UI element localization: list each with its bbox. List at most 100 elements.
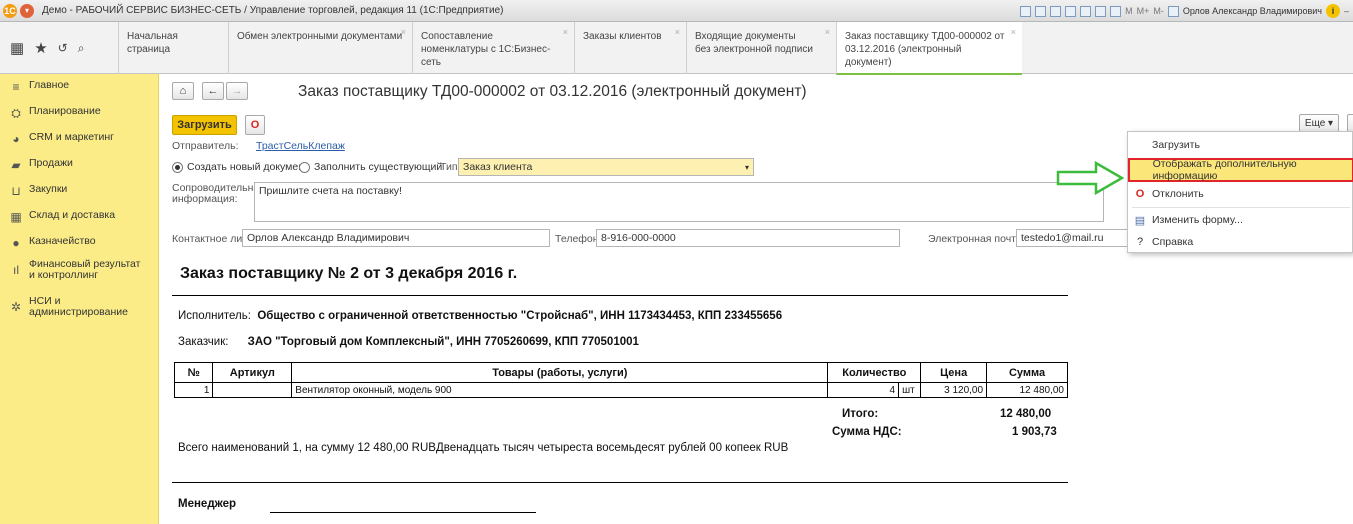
type-select[interactable]: Заказ клиента (458, 158, 754, 176)
cart-icon: ⊔ (11, 184, 21, 198)
cell-sum: 12 480,00 (986, 382, 1068, 398)
close-icon[interactable]: × (1011, 26, 1016, 39)
chevron-down-icon[interactable]: ▾ (741, 160, 753, 174)
print-icon[interactable] (1035, 5, 1047, 17)
email-field[interactable]: testedo1@mail.ru (1016, 229, 1128, 247)
main-menu-icon[interactable]: ▾ (20, 3, 34, 18)
home-icon: ⌂ (179, 85, 187, 97)
memory-plus-button[interactable]: M+ (1137, 6, 1150, 16)
table-row: 1 Вентилятор оконный, модель 900 4 шт 3 … (173, 382, 1068, 398)
cell-unit: шт (898, 382, 922, 398)
divider (172, 295, 1068, 296)
items-table: № Артикул Товары (работы, услуги) Количе… (173, 362, 1068, 398)
sidebar-item-purchases[interactable]: ⊔ Закупки (0, 184, 159, 199)
gear-icon: ✲ (10, 300, 22, 314)
sidebar-item-planning[interactable]: ⛭ Планирование (0, 106, 159, 121)
cell-num: 1 (173, 382, 214, 398)
more-dropdown-menu: Загрузить Отображать дополнительную инфо… (1127, 131, 1353, 253)
star-icon[interactable]: ★ (34, 39, 47, 57)
window-icon[interactable] (1167, 5, 1179, 17)
vat-value: 1 903,73 (1012, 426, 1057, 438)
close-icon[interactable]: × (401, 26, 406, 39)
load-button[interactable]: Загрузить (172, 115, 237, 135)
col-goods: Товары (работы, услуги) (291, 362, 829, 383)
sidebar-item-treasury[interactable]: ● Казначейство (0, 236, 159, 251)
titlebar-tools: M M+ M- Орлов Александр Владимирович i – (1020, 0, 1353, 22)
cell-price: 3 120,00 (920, 382, 988, 398)
close-icon[interactable]: × (675, 26, 680, 39)
forward-button[interactable]: → (226, 82, 248, 100)
back-button[interactable]: ← (202, 82, 224, 100)
app-logo-icon[interactable]: 1С (3, 3, 17, 18)
memory-button[interactable]: M (1125, 6, 1133, 16)
tab-tools: ▦ ★ ↺ ⌕ (0, 22, 118, 74)
memory-minus-button[interactable]: M- (1153, 6, 1164, 16)
planning-icon: ⛭ (11, 106, 21, 120)
tab-label: Начальная страница (127, 31, 178, 55)
info-textarea[interactable]: Пришлите счета на поставку! (254, 182, 1104, 222)
divider (172, 482, 1068, 483)
menu-item-show-extra-info[interactable]: Отображать дополнительную информацию (1128, 158, 1353, 182)
menu-icon: ≡ (12, 80, 20, 94)
executor-line: Исполнитель: Общество с ограниченной отв… (178, 310, 783, 322)
tab-label: Заказ поставщику ТД00-000002 от 03.12.20… (845, 31, 1005, 68)
favorite-icon[interactable] (1065, 5, 1077, 17)
tab-incoming-unsigned[interactable]: Входящие документы без электронной подпи… (686, 22, 836, 74)
radio-create-label: Создать новый документ (187, 161, 309, 173)
home-button[interactable]: ⌂ (172, 82, 194, 100)
cell-qty: 4 (827, 382, 900, 398)
sidebar-item-sales[interactable]: ▰ Продажи (0, 158, 159, 173)
tab-home[interactable]: Начальная страница (118, 22, 228, 74)
current-user[interactable]: Орлов Александр Владимирович (1183, 6, 1322, 16)
tab-label: Входящие документы без электронной подпи… (695, 31, 813, 55)
customer-line: Заказчик: ЗАО "Торговый дом Комплексный"… (178, 336, 639, 348)
reject-icon: O (1135, 188, 1145, 200)
sidebar-item-warehouse[interactable]: ▦ Склад и доставка (0, 210, 159, 225)
radio-fill-label: Заполнить существующий (314, 161, 443, 173)
crm-icon: ◕ (12, 132, 20, 146)
search-icon[interactable]: ⌕ (78, 41, 85, 56)
menu-item-help[interactable]: ? Справка (1128, 231, 1353, 253)
info-label: Сопроводительная информация: (172, 182, 265, 205)
contact-field[interactable]: Орлов Александр Владимирович (242, 229, 550, 247)
page-title: Заказ поставщику ТД00-000002 от 03.12.20… (298, 83, 807, 100)
col-qty: Количество (827, 362, 922, 383)
close-icon[interactable]: × (825, 26, 830, 39)
history-clock-icon[interactable]: ↺ (58, 41, 68, 55)
menu-item-reject[interactable]: O Отклонить (1128, 183, 1353, 205)
form-icon: ▤ (1134, 214, 1146, 227)
history-icon[interactable] (1080, 5, 1092, 17)
sidebar-item-admin[interactable]: ✲ НСИ и администрирование (0, 296, 159, 318)
calendar-icon[interactable] (1110, 5, 1122, 17)
radio-fill-existing[interactable] (299, 162, 310, 173)
tab-label: Обмен электронными документами (237, 31, 403, 42)
sidebar-item-crm[interactable]: ◕ CRM и маркетинг (0, 132, 159, 147)
arrow-left-icon: ← (207, 85, 219, 97)
close-icon[interactable]: × (563, 26, 568, 39)
tab-customer-orders[interactable]: Заказы клиентов × (574, 22, 686, 74)
minimize-icon[interactable]: – (1344, 6, 1349, 16)
menu-item-load[interactable]: Загрузить (1128, 134, 1353, 156)
arrow-right-icon: → (231, 85, 243, 97)
col-num: № (173, 362, 214, 383)
sidebar: ≡ Главное ⛭ Планирование ◕ CRM и маркетинг … (0, 74, 159, 524)
tab-edi-exchange[interactable]: Обмен электронными документами × (228, 22, 412, 74)
sender-link[interactable]: ТрастСельКлепаж (256, 140, 345, 152)
pointer-arrow-icon (1056, 160, 1125, 196)
manager-label: Менеджер (178, 498, 237, 510)
sidebar-item-finance[interactable]: ıl Финансовый результат и контроллинг (0, 259, 159, 281)
preview-icon[interactable] (1050, 5, 1062, 17)
treasury-icon: ● (12, 236, 20, 250)
tab-nomenclature-matching[interactable]: Сопоставление номенклатуры с 1С:Бизнес-с… (412, 22, 574, 74)
help-icon[interactable]: i (1325, 4, 1340, 18)
phone-field[interactable]: 8-916-000-0000 (596, 229, 900, 247)
menu-item-change-form[interactable]: ▤ Изменить форму... (1128, 209, 1353, 231)
reject-button[interactable]: O (245, 115, 265, 135)
apps-grid-icon[interactable]: ▦ (10, 39, 24, 57)
tab-supplier-order[interactable]: Заказ поставщику ТД00-000002 от 03.12.20… (836, 22, 1022, 75)
calculator-icon[interactable] (1095, 5, 1107, 17)
radio-create-new[interactable] (172, 162, 183, 173)
save-icon[interactable] (1020, 5, 1032, 17)
email-label: Электронная почта: (928, 233, 1025, 245)
sidebar-item-main[interactable]: ≡ Главное (0, 80, 159, 95)
